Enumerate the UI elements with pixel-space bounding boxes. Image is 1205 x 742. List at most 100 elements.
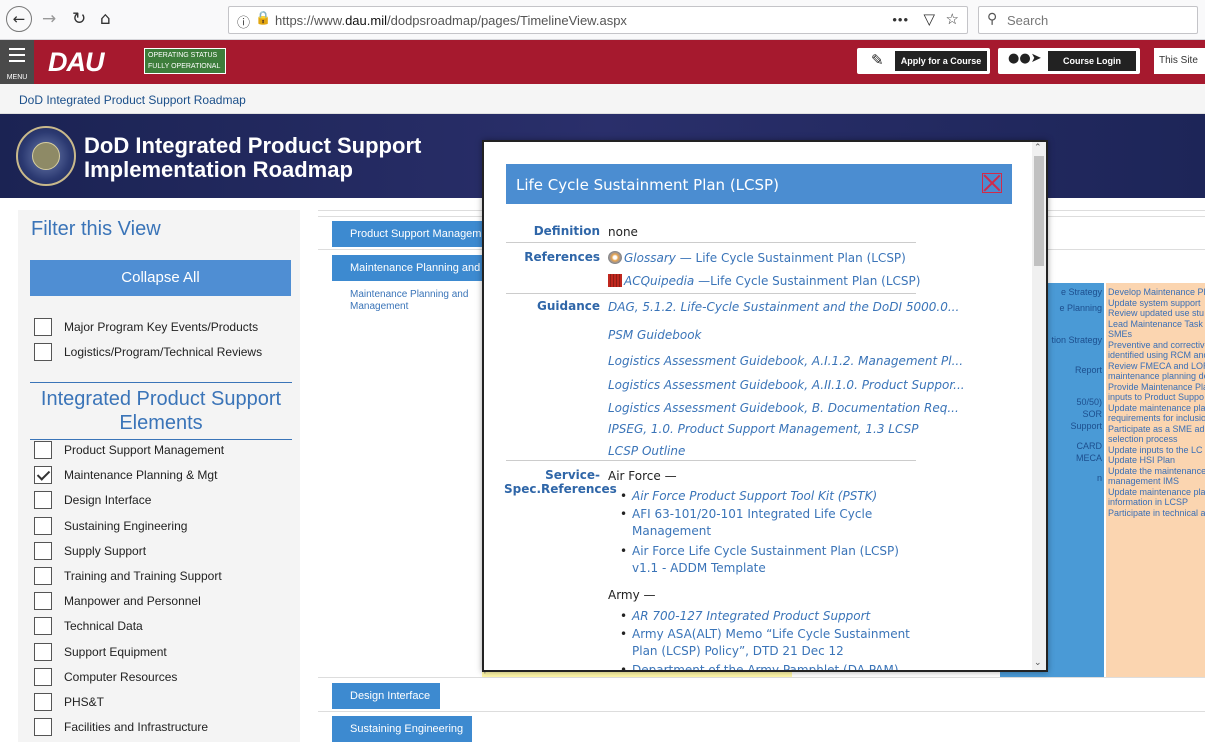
activity-item[interactable]: Update maintenance pla (1108, 487, 1205, 497)
activity-item[interactable]: identified using RCM and (1108, 350, 1205, 360)
collapse-all-button[interactable]: Collapse All (30, 260, 291, 296)
air-force-ref-link[interactable]: AFI 63-101/20-101 Integrated Life Cycle … (620, 506, 922, 540)
guidance-link[interactable]: IPSEG, 1.0. Product Support Management, … (608, 422, 918, 436)
modal-scrollbar[interactable]: ⌃ ⌄ (1032, 142, 1046, 670)
back-arrow-icon[interactable]: ← (6, 6, 32, 32)
filter-item-label: Major Program Key Events/Products (64, 320, 259, 334)
checkbox[interactable] (34, 318, 52, 336)
definition-label: Definition (533, 224, 600, 238)
search-input[interactable] (1007, 10, 1192, 30)
lcsp-modal: ⌃ ⌄ Life Cycle Sustainment Plan (LCSP) D… (482, 140, 1048, 672)
army-ref-link[interactable]: Department of the Army Pamphlet (DA PAM) (620, 662, 922, 670)
ips-element-label: Training and Training Support (64, 569, 222, 583)
activity-item[interactable]: inputs to Product Suppo (1108, 392, 1205, 402)
search-icon: ⚲ (987, 11, 998, 27)
row-sustaining-engineering[interactable]: Sustaining Engineering (332, 716, 472, 742)
site-search-field[interactable]: This Site (1154, 48, 1205, 74)
scroll-thumb[interactable] (1034, 156, 1044, 266)
activity-item[interactable]: Preventive and corrective (1108, 340, 1205, 350)
pocket-icon[interactable]: ▽ (923, 10, 935, 28)
guidance-link[interactable]: Logistics Assessment Guidebook, B. Docum… (608, 401, 959, 415)
activity-item[interactable]: Update system support (1108, 298, 1205, 308)
row-design-interface[interactable]: Design Interface (332, 683, 440, 709)
bookmark-star-icon[interactable]: ☆ (946, 10, 959, 28)
reload-icon[interactable]: ↻ (72, 8, 86, 30)
checkbox[interactable] (34, 343, 52, 361)
hamburger-icon (9, 48, 25, 66)
checkbox[interactable] (34, 642, 52, 661)
menu-button[interactable]: MENU (0, 40, 34, 84)
forward-arrow-icon[interactable]: → (42, 8, 56, 30)
operating-status-badge[interactable]: OPERATING STATUS FULLY OPERATIONAL (144, 48, 226, 74)
scroll-down-icon[interactable]: ⌄ (1034, 657, 1042, 668)
section-divider (506, 460, 916, 461)
timeline-activities-column: Develop Maintenance Pl Update system supp… (1106, 283, 1205, 677)
activity-item[interactable]: Lead Maintenance Task (1108, 319, 1205, 329)
activity-item[interactable]: information in LCSP (1108, 497, 1205, 507)
breadcrumb[interactable]: DoD Integrated Product Support Roadmap (19, 93, 246, 107)
activity-item[interactable]: Provide Maintenance Pla (1108, 382, 1205, 392)
air-force-ref-link[interactable]: Air Force Product Support Tool Kit (PSTK… (620, 488, 922, 505)
checkbox[interactable] (34, 516, 52, 535)
guidance-link[interactable]: Logistics Assessment Guidebook, A.II.1.0… (608, 378, 965, 392)
army-ref-link[interactable]: AR 700-127 Integrated Product Support (620, 608, 922, 625)
apply-for-course-button[interactable]: ✎ Apply for a Course (857, 48, 990, 74)
guidance-link[interactable]: PSM Guidebook (608, 328, 702, 342)
checkbox[interactable] (34, 718, 52, 737)
guidance-link[interactable]: DAG, 5.1.2. Life-Cycle Sustainment and t… (608, 300, 959, 314)
page-title: DoD Integrated Product Support Implement… (84, 134, 421, 182)
activity-item[interactable]: Update the maintenance (1108, 466, 1205, 476)
checkbox[interactable] (34, 441, 52, 459)
activity-item[interactable]: Update HSI Plan (1108, 455, 1205, 465)
air-force-ref-link[interactable]: Air Force Life Cycle Sustainment Plan (L… (620, 543, 922, 577)
activity-item[interactable]: requirements for inclusio (1108, 413, 1205, 423)
page-actions-icon[interactable]: ••• (892, 12, 909, 27)
filter-title: Filter this View (31, 218, 161, 240)
activity-item[interactable]: management IMS (1108, 476, 1205, 486)
activity-item[interactable]: Review FMECA and LOR (1108, 361, 1205, 371)
checkbox[interactable] (34, 617, 52, 636)
activity-item[interactable]: SMEs (1108, 329, 1205, 339)
checkbox[interactable] (34, 491, 52, 510)
activity-item[interactable]: Participate as a SME ad (1108, 424, 1205, 434)
url-text[interactable]: https://www.dau.mil/dodpsroadmap/pages/T… (275, 13, 627, 28)
checkbox[interactable] (34, 466, 52, 485)
scroll-up-icon[interactable]: ⌃ (1034, 142, 1042, 153)
course-login-button[interactable]: ●●➤ Course Login (998, 48, 1140, 74)
ips-element-label: Product Support Management (64, 443, 225, 457)
checkbox[interactable] (34, 541, 52, 560)
modal-header: Life Cycle Sustainment Plan (LCSP) (506, 164, 1012, 204)
url-bar[interactable]: ⓘ 🔒 https://www.dau.mil/dodpsroadmap/pag… (228, 6, 968, 34)
ips-element-label: Sustaining Engineering (64, 518, 188, 533)
home-icon[interactable]: ⌂ (100, 8, 111, 30)
checkbox[interactable] (34, 693, 52, 711)
dau-logo[interactable]: DAU (48, 48, 104, 76)
reference-glossary-link[interactable]: Glossary — Life Cycle Sustainment Plan (… (608, 251, 906, 265)
glossary-icon (608, 251, 622, 264)
browser-search-bar[interactable]: ⚲ (978, 6, 1198, 34)
activity-item[interactable]: selection process (1108, 434, 1205, 444)
activity-item[interactable]: Review updated use stu (1108, 308, 1205, 318)
activity-item[interactable]: maintenance planning de (1108, 371, 1205, 381)
glossary-source: Glossary (624, 251, 676, 265)
checkbox[interactable] (34, 592, 52, 611)
activity-item[interactable]: Update inputs to the LC (1108, 445, 1205, 455)
checkbox[interactable] (34, 567, 52, 585)
activity-item[interactable]: Develop Maintenance Pl (1108, 287, 1205, 297)
checkbox[interactable] (34, 667, 52, 686)
filter-item-label: Logistics/Program/Technical Reviews (64, 345, 263, 359)
ips-element-label: PHS&T (64, 695, 105, 709)
guidance-link[interactable]: LCSP Outline (608, 444, 685, 458)
activity-item[interactable]: Update maintenance pla (1108, 403, 1205, 413)
reference-acquipedia-link[interactable]: ACQuipedia —Life Cycle Sustainment Plan … (608, 274, 920, 288)
ips-element-label: Maintenance Planning & Mgt (64, 468, 218, 483)
maintenance-planning-sublabel[interactable]: Maintenance Planning and Management (350, 289, 490, 313)
guidance-link[interactable]: Logistics Assessment Guidebook, A.I.1.2.… (608, 354, 963, 368)
info-icon[interactable]: ⓘ (237, 12, 250, 31)
modal-title: Life Cycle Sustainment Plan (LCSP) (516, 176, 779, 194)
activity-item[interactable]: Participate in technical a (1108, 508, 1205, 518)
army-ref-link[interactable]: Army ASA(ALT) Memo “Life Cycle Sustainme… (620, 626, 922, 660)
acquipedia-source: ACQuipedia (624, 274, 695, 288)
page-title-line1: DoD Integrated Product Support (84, 133, 422, 158)
close-icon[interactable] (982, 173, 1002, 193)
